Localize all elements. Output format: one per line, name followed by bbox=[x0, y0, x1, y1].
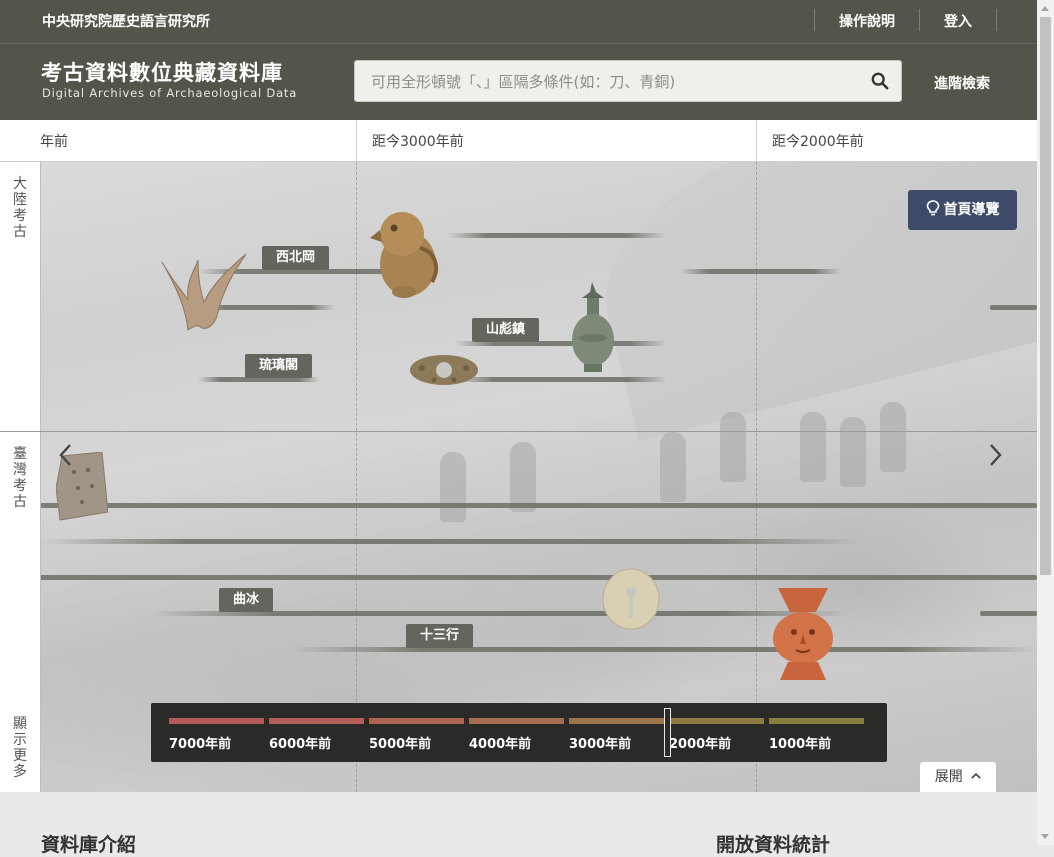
row-label-rail: 大陸考古 臺灣考古 顯示更多 bbox=[0, 162, 41, 792]
ruler-label: 距今3000年前 bbox=[372, 134, 464, 150]
era-label: 3000年前 bbox=[569, 737, 632, 752]
era-segment[interactable] bbox=[169, 718, 264, 724]
nav-divider bbox=[996, 9, 997, 31]
era-segment[interactable] bbox=[769, 718, 864, 724]
period-bar[interactable] bbox=[40, 539, 860, 544]
jade-ornament-artifact[interactable] bbox=[602, 568, 660, 630]
site-tag-xibeigang[interactable]: 西北岡 bbox=[262, 246, 330, 270]
site-tag-qubing[interactable]: 曲冰 bbox=[219, 588, 274, 612]
search-box bbox=[354, 60, 902, 103]
era-scrubber[interactable]: 7000年前 6000年前 5000年前 4000年前 3000年前 2000年… bbox=[151, 703, 887, 762]
timeline-stage: 西北岡 山彪鎮 琉璃閣 曲冰 十三行 大陸考古 臺灣考古 顯示更多 首頁導覽 7… bbox=[0, 162, 1037, 792]
expand-button[interactable]: 展開 bbox=[920, 762, 996, 792]
show-more-toggle[interactable]: 顯示更多 bbox=[12, 716, 28, 780]
bronze-plaque-artifact[interactable] bbox=[408, 350, 480, 390]
period-bar[interactable] bbox=[40, 503, 1037, 508]
period-bar[interactable] bbox=[290, 647, 1037, 652]
homepage-tour-label: 首頁導覽 bbox=[943, 202, 1000, 218]
page-scrollbar[interactable] bbox=[1037, 0, 1054, 845]
top-header: 中央研究院歷史語言研究所 操作說明 登入 bbox=[0, 0, 1037, 44]
era-segment[interactable] bbox=[269, 718, 364, 724]
top-nav: 操作說明 登入 bbox=[814, 9, 997, 33]
chevron-left-icon[interactable] bbox=[56, 442, 76, 468]
face-pot-artifact[interactable] bbox=[772, 586, 834, 682]
period-bar[interactable] bbox=[990, 305, 1037, 310]
homepage-tour-button[interactable]: 首頁導覽 bbox=[908, 190, 1017, 230]
scrubber-handle[interactable] bbox=[664, 708, 671, 757]
period-bar[interactable] bbox=[980, 611, 1037, 616]
ruler-tick bbox=[756, 120, 757, 161]
ruler-label: 年前 bbox=[40, 134, 68, 150]
advanced-search-link[interactable]: 進階檢索 bbox=[934, 73, 990, 93]
open-data-stats-heading: 開放資料統計 bbox=[716, 834, 831, 856]
site-tag-shanbiaozhen[interactable]: 山彪鎮 bbox=[472, 318, 540, 342]
timeline-gridline bbox=[356, 162, 357, 792]
site-tag-shisanhang[interactable]: 十三行 bbox=[406, 624, 474, 648]
database-intro-heading: 資料庫介紹 bbox=[41, 834, 137, 856]
ruler-label: 距今2000年前 bbox=[772, 134, 864, 150]
row-divider bbox=[0, 431, 1037, 432]
bronze-vessel-artifact[interactable] bbox=[570, 282, 616, 374]
brand-bar: 考古資料數位典藏資料庫 Digital Archives of Archaeol… bbox=[0, 44, 1037, 120]
scroll-down-arrow[interactable] bbox=[1041, 834, 1049, 839]
ruler-tick bbox=[356, 120, 357, 161]
era-segment[interactable] bbox=[569, 718, 664, 724]
timeline-gridline bbox=[756, 162, 757, 792]
search-icon[interactable] bbox=[871, 72, 889, 90]
antler-artifact[interactable] bbox=[158, 250, 250, 332]
period-bar[interactable] bbox=[448, 233, 666, 238]
stone-bird-artifact[interactable] bbox=[370, 208, 442, 300]
era-label: 5000年前 bbox=[369, 737, 432, 752]
scroll-up-arrow[interactable] bbox=[1041, 6, 1049, 11]
era-label: 6000年前 bbox=[269, 737, 332, 752]
row-label-mainland: 大陸考古 bbox=[13, 176, 27, 240]
page-content: 資料庫介紹 開放資料統計 bbox=[0, 792, 1037, 856]
institute-name[interactable]: 中央研究院歷史語言研究所 bbox=[42, 11, 210, 31]
era-label: 2000年前 bbox=[669, 737, 732, 752]
chevron-up-icon bbox=[971, 772, 981, 779]
era-label: 4000年前 bbox=[469, 737, 532, 752]
help-link[interactable]: 操作說明 bbox=[815, 9, 919, 33]
period-bar[interactable] bbox=[40, 575, 1037, 580]
lightbulb-icon bbox=[926, 200, 939, 216]
site-logo-subtitle[interactable]: Digital Archives of Archaeological Data bbox=[42, 86, 297, 100]
login-link[interactable]: 登入 bbox=[920, 9, 996, 33]
period-bar[interactable] bbox=[680, 269, 842, 274]
era-label: 7000年前 bbox=[169, 737, 232, 752]
site-tag-liuligo[interactable]: 琉璃閣 bbox=[245, 354, 313, 378]
search-input[interactable] bbox=[369, 61, 863, 103]
era-segment[interactable] bbox=[469, 718, 564, 724]
row-label-taiwan: 臺灣考古 bbox=[13, 446, 27, 510]
timeline-ruler: 年前 距今3000年前 距今2000年前 bbox=[0, 120, 1037, 162]
site-logo-title[interactable]: 考古資料數位典藏資料庫 bbox=[41, 57, 283, 87]
expand-label: 展開 bbox=[934, 769, 963, 785]
scrollbar-thumb[interactable] bbox=[1040, 17, 1051, 575]
period-bar[interactable] bbox=[455, 377, 667, 382]
era-segment[interactable] bbox=[669, 718, 764, 724]
era-segment[interactable] bbox=[369, 718, 464, 724]
era-label: 1000年前 bbox=[769, 737, 832, 752]
chevron-right-icon[interactable] bbox=[985, 442, 1005, 468]
